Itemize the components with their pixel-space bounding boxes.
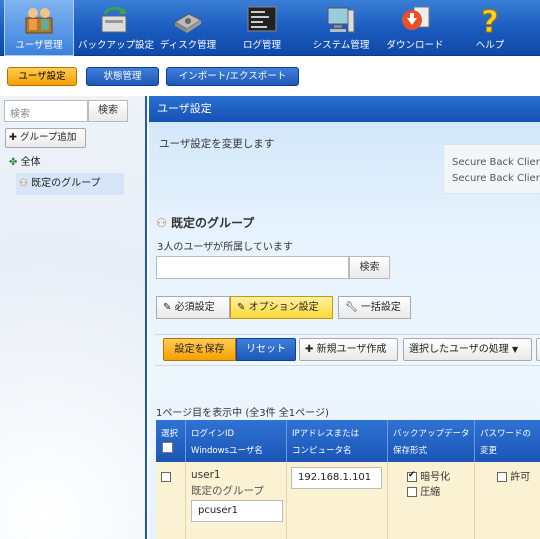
col-backup-format: バックアップデータ 保存形式 [388, 420, 475, 462]
subtab-user-settings[interactable]: ユーザ設定 [7, 67, 77, 86]
ip-address-input[interactable]: 192.168.1.101 [291, 467, 382, 489]
users-icon [25, 8, 53, 34]
tree-group-label: 既定のグループ [31, 178, 101, 189]
tab-option-settings[interactable]: ✎ オプション設定 [230, 296, 333, 319]
client-info-box: Secure Back Client Secure Back Client [443, 144, 540, 194]
col-password-change: パスワードの 変更 [480, 429, 532, 456]
cell-ip: 192.168.1.101 [287, 462, 388, 539]
cell-login: user1 既定のグループ pcuser1 [186, 462, 287, 539]
tree-item-default-group[interactable]: ⚇ 既定のグループ [16, 173, 124, 195]
plus-icon: ✚ [9, 132, 17, 143]
user-search-button[interactable]: 検索 [349, 256, 390, 279]
sidebar-search-button[interactable]: 検索 [88, 100, 128, 122]
svg-text:?: ? [481, 5, 498, 36]
main-header: ユーザ設定 [149, 96, 540, 122]
group-icon: ⚇ [156, 216, 167, 230]
edit-icon: ✎ [237, 302, 246, 313]
compress-checkbox[interactable] [407, 487, 417, 497]
help-icon: ? [481, 5, 499, 37]
subtab-status-management[interactable]: 状態管理 [86, 67, 159, 86]
encrypt-option[interactable]: 暗号化 [407, 468, 450, 483]
toolbar-help[interactable]: ? ヘルプ [462, 0, 518, 56]
compress-option[interactable]: 圧縮 [407, 483, 440, 498]
row-select-checkbox[interactable] [161, 472, 171, 482]
main-content: ユーザ設定 ユーザ設定を変更します Secure Back Client Sec… [149, 96, 540, 539]
group-title: ⚇ 既定のグループ [156, 214, 254, 231]
cell-password-change: 許可 [475, 462, 540, 539]
user-search-input[interactable] [156, 256, 349, 279]
toolbar-system-management[interactable]: システム管理 [308, 0, 374, 56]
cell-backup-format: 暗号化 圧縮 [388, 462, 475, 539]
password-change-option[interactable]: 許可 [497, 468, 530, 483]
caret-down-icon: ▼ [512, 345, 519, 354]
col-login-id: ログインID Windowsユーザ名 [186, 420, 287, 462]
selected-users-label: 選択したユーザの処理 [409, 344, 509, 355]
edit-icon: ✎ [163, 302, 172, 313]
select-all-checkbox[interactable] [162, 442, 173, 453]
group-icon: ⚇ [19, 178, 28, 189]
plus-icon: ✚ [305, 344, 314, 355]
left-sidebar: 検索 検索 ✚ グループ追加 ✤ 全体 ⚇ 既定のグループ [0, 96, 147, 539]
computer-icon [327, 7, 355, 33]
group-member-count: 3人のユーザが所属しています [157, 242, 293, 253]
tab-label: 必須設定 [174, 302, 215, 313]
toolbar-disk-management[interactable]: ディスク管理 [158, 0, 218, 56]
add-group-button[interactable]: ✚ グループ追加 [5, 128, 86, 148]
tab-bulk-settings[interactable]: 🔧︎ 一括設定 [338, 296, 411, 319]
toolbar-backup-settings[interactable]: バックアップ設定 [78, 0, 154, 56]
backup-icon [101, 6, 127, 33]
disk-icon [174, 13, 203, 33]
toolbar-log-management[interactable]: ログ管理 [232, 0, 292, 56]
login-id: user1 [191, 469, 221, 481]
new-user-button[interactable]: ✚ 新規ユーザ作成 [299, 338, 398, 361]
user-table-header: 選択 ログインID Windowsユーザ名 IPアドレスまたは コンピュータ名 … [156, 420, 540, 462]
toolbar-download[interactable]: ダウンロード [384, 0, 446, 56]
cell-select [156, 462, 186, 539]
download-icon [402, 6, 430, 30]
tab-required-settings[interactable]: ✎ 必須設定 [156, 296, 230, 319]
tab-label: 一括設定 [360, 302, 401, 313]
row-group: 既定のグループ [191, 485, 264, 497]
selected-users-menu[interactable]: 選択したユーザの処理 ▼ [403, 338, 532, 361]
log-icon [247, 6, 277, 32]
group-title-label: 既定のグループ [170, 216, 255, 230]
main-description: ユーザ設定を変更します [159, 138, 275, 150]
client-line: Secure Back Client [452, 157, 540, 168]
new-user-label: 新規ユーザ作成 [316, 344, 387, 355]
add-group-label: グループ追加 [20, 132, 77, 143]
wrench-icon: 🔧︎ [345, 302, 358, 313]
sub-tab-bar: ユーザ設定 状態管理 インポート/エクスポート [0, 57, 540, 95]
page-info: 1ページ目を表示中 (全3件 全1ページ) [156, 408, 329, 419]
encrypt-checkbox[interactable] [407, 470, 417, 482]
table-row: user1 既定のグループ pcuser1 192.168.1.101 暗号化 … [156, 462, 540, 539]
tree-item-all[interactable]: ✤ 全体 [9, 153, 41, 168]
subtab-import-export[interactable]: インポート/エクスポート [166, 67, 299, 86]
sidebar-search-input[interactable]: 検索 [4, 100, 88, 122]
col-select: 選択 [156, 420, 186, 462]
more-actions-button[interactable] [536, 338, 540, 361]
main-toolbar: ユーザ管理 バックアップ設定 ディスク管理 ログ管理 システム管理 ダウンロード… [0, 0, 540, 56]
reset-button[interactable]: リセット [236, 338, 296, 361]
windows-user-input[interactable]: pcuser1 [191, 500, 283, 522]
tree-all-label: 全体 [20, 157, 41, 168]
password-change-checkbox[interactable] [497, 472, 507, 482]
client-line: Secure Back Client [452, 173, 540, 184]
tab-label: オプション設定 [248, 302, 319, 313]
toolbar-user-management[interactable]: ユーザ管理 [4, 0, 74, 56]
save-settings-button[interactable]: 設定を保存 [163, 338, 236, 361]
col-ip-address: IPアドレスまたは コンピュータ名 [287, 420, 388, 462]
puzzle-icon: ✤ [9, 157, 18, 168]
